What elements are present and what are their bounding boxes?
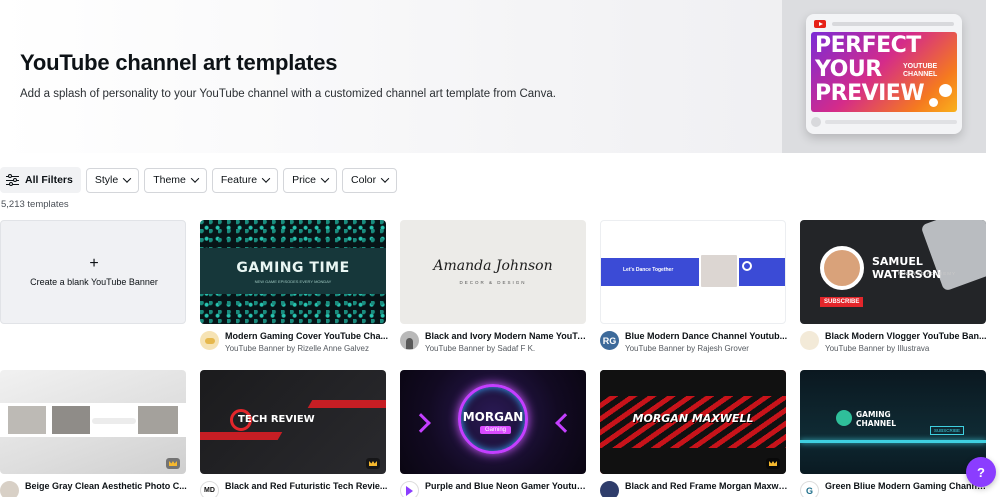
template-title[interactable]: Black and Red Frame Morgan Maxwe... bbox=[625, 481, 788, 491]
avatar bbox=[400, 331, 419, 350]
template-thumbnail[interactable]: TECH REVIEW bbox=[200, 370, 386, 474]
template-author: YouTube Banner by Sadaf F K. bbox=[425, 344, 536, 353]
thumbnail-text: Amanda Johnson bbox=[433, 258, 553, 274]
profile-photo bbox=[820, 246, 864, 290]
thumbnail-text: SAMUEL WATERSON bbox=[872, 255, 942, 281]
hero-illustration: PERFECT YOUR PREVIEW YOUTUBE CHANNEL bbox=[782, 0, 986, 153]
avatar bbox=[400, 481, 419, 497]
hero-banner: YouTube channel art templates Add a spla… bbox=[0, 0, 986, 153]
thumbnail-text: GAMING CHANNEL bbox=[856, 410, 897, 428]
color-filter-dropdown[interactable]: Color bbox=[342, 167, 398, 193]
avatar bbox=[800, 331, 819, 350]
create-blank-card[interactable]: + Create a blank YouTube Banner bbox=[0, 220, 186, 324]
youtube-logo-icon bbox=[814, 19, 826, 28]
template-thumbnail[interactable] bbox=[0, 370, 186, 474]
create-blank-label: Create a blank YouTube Banner bbox=[30, 277, 158, 287]
promo-graphic: PERFECT YOUR PREVIEW YOUTUBE CHANNEL bbox=[811, 32, 957, 112]
chevron-down-icon bbox=[320, 174, 330, 183]
template-author: YouTube Banner by Rajesh Grover bbox=[625, 344, 749, 353]
template-thumbnail[interactable]: SAMUEL WATERSON FINANCE ACADEMY SUBSCRIB… bbox=[800, 220, 986, 324]
avatar: G bbox=[800, 481, 819, 497]
thumbnail-text: Let's Dance Together bbox=[623, 267, 674, 273]
help-button[interactable]: ? bbox=[966, 457, 996, 487]
chevron-down-icon bbox=[190, 174, 200, 183]
template-author: YouTube Banner by Illustrava bbox=[825, 344, 930, 353]
avatar bbox=[600, 481, 619, 497]
avatar bbox=[200, 331, 219, 350]
all-filters-button[interactable]: All Filters bbox=[0, 167, 81, 193]
thumbnail-text: GAMING TIME bbox=[236, 260, 350, 276]
template-thumbnail[interactable]: MORGAN Gaming bbox=[400, 370, 586, 474]
template-title[interactable]: Modern Gaming Cover YouTube Cha... bbox=[225, 331, 388, 341]
filter-bar: All Filters Style Theme Feature Price Co… bbox=[0, 167, 398, 193]
page-title: YouTube channel art templates bbox=[20, 50, 338, 75]
template-thumbnail[interactable]: MORGAN MAXWELL bbox=[600, 370, 786, 474]
thumbnail-text: TECH REVIEW bbox=[238, 414, 315, 425]
template-title[interactable]: Beige Gray Clean Aesthetic Photo C... bbox=[25, 481, 188, 491]
template-title[interactable]: Black Modern Vlogger YouTube Ban... bbox=[825, 331, 988, 341]
feature-filter-dropdown[interactable]: Feature bbox=[211, 167, 279, 193]
plus-icon: + bbox=[89, 255, 99, 272]
chevron-down-icon bbox=[261, 174, 271, 183]
template-title[interactable]: Green Bliue Modern Gaming Channe... bbox=[825, 481, 988, 491]
chevron-down-icon bbox=[380, 174, 390, 183]
laptop-illustration: PERFECT YOUR PREVIEW YOUTUBE CHANNEL bbox=[806, 14, 962, 134]
chevron-down-icon bbox=[122, 174, 132, 183]
style-filter-dropdown[interactable]: Style bbox=[85, 167, 140, 193]
template-thumbnail[interactable]: Amanda Johnson DECOR & DESIGN bbox=[400, 220, 586, 324]
template-thumbnail[interactable]: GAMING TIME NEW GAME EPISODES EVERY MOND… bbox=[200, 220, 386, 324]
price-filter-dropdown[interactable]: Price bbox=[283, 167, 338, 193]
promo-line-1: PERFECT bbox=[815, 33, 921, 58]
promo-small-text: YOUTUBE CHANNEL bbox=[903, 63, 938, 78]
theme-filter-dropdown[interactable]: Theme bbox=[144, 167, 207, 193]
template-author: YouTube Banner by Rizelle Anne Galvez bbox=[225, 344, 369, 353]
template-title[interactable]: Blue Modern Dance Channel Youtub... bbox=[625, 331, 788, 341]
template-thumbnail[interactable]: GAMING CHANNEL SUBSCRIBE bbox=[800, 370, 986, 474]
avatar: MD bbox=[200, 481, 219, 497]
template-title[interactable]: Black and Ivory Modern Name YouTu... bbox=[425, 331, 588, 341]
template-title[interactable]: Black and Red Futuristic Tech Revie... bbox=[225, 481, 388, 491]
premium-crown-icon bbox=[366, 458, 380, 469]
template-count: 5,213 templates bbox=[1, 199, 69, 210]
promo-line-2: YOUR bbox=[815, 57, 882, 82]
subscribe-badge: SUBSCRIBE bbox=[820, 297, 864, 307]
avatar bbox=[0, 481, 19, 497]
thumbnail-text: MORGAN MAXWELL bbox=[632, 412, 754, 425]
premium-crown-icon bbox=[766, 458, 780, 469]
avatar: RG bbox=[600, 331, 619, 350]
all-filters-label: All Filters bbox=[25, 174, 73, 186]
template-title[interactable]: Purple and Blue Neon Gamer Youtub... bbox=[425, 481, 588, 491]
promo-line-3: PREVIEW bbox=[815, 81, 925, 106]
premium-crown-icon bbox=[166, 458, 180, 469]
template-thumbnail[interactable]: Let's Dance Together bbox=[600, 220, 786, 324]
filter-sliders-icon bbox=[6, 174, 19, 186]
page-subtitle: Add a splash of personality to your YouT… bbox=[20, 88, 556, 100]
